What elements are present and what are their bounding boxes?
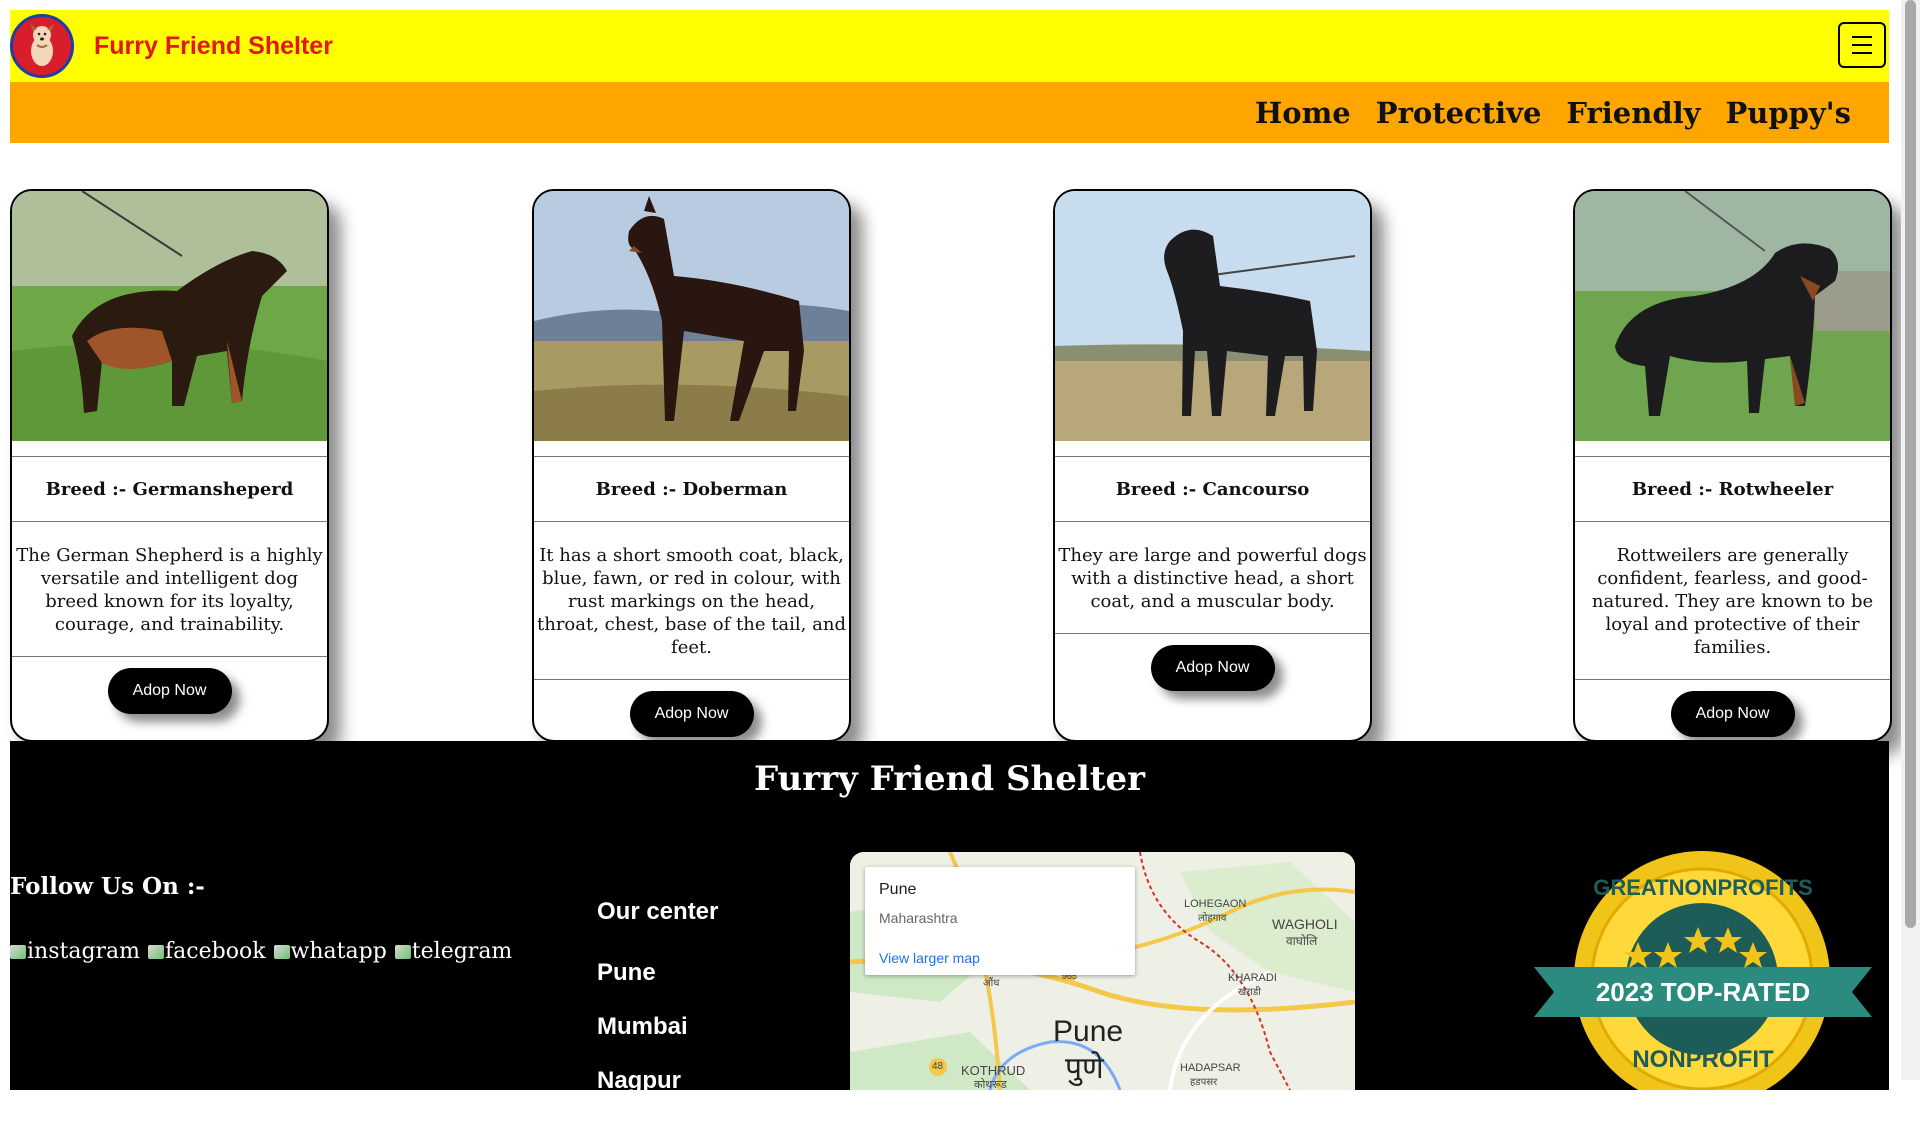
broken-image-icon	[394, 944, 411, 959]
rottweiler-photo	[1575, 191, 1890, 441]
map-label-aundh: औंध	[983, 978, 1000, 989]
map-label-city: Pune	[1053, 1015, 1124, 1048]
map-label-kothrud-mr: कोथरूड	[974, 1079, 1007, 1090]
instagram-alt-text: instagram	[27, 939, 141, 964]
breed-description: Rottweilers are generally confident, fea…	[1575, 522, 1890, 680]
badge-seal-icon: 2023 TOP-RATED GREATNONPROFITS NONPROFIT	[1534, 851, 1872, 1090]
dog-card-german-shepherd: Breed :- Germansheperd The German Shephe…	[10, 189, 329, 742]
broken-image-icon	[10, 944, 26, 959]
map-label-lohegaon: LOHEGAON	[1184, 898, 1247, 910]
social-links: instagram facebook whatapp telegram	[10, 939, 512, 964]
whatsapp-alt-text: whatapp	[290, 939, 387, 964]
breed-label: Breed :- Doberman	[534, 456, 849, 522]
map-label-wagholi-mr: वाघोलि	[1286, 934, 1318, 948]
map-place-region: Maharashtra	[879, 910, 958, 926]
dog-card-cane-corso: Breed :- Cancourso They are large and po…	[1053, 189, 1372, 742]
dog-card-rottweiler: Breed :- Rotwheeler Rottweilers are gene…	[1573, 189, 1892, 742]
embedded-map[interactable]: LOHEGAON लोहगाव WAGHOLI वाघोलि KHARADI ख…	[850, 852, 1355, 1090]
badge-ribbon-text: 2023 TOP-RATED	[1596, 977, 1810, 1007]
whatsapp-link[interactable]: whatapp	[273, 939, 387, 964]
page-scrollbar[interactable]	[1901, 0, 1920, 1080]
footer: Furry Friend Shelter Follow Us On :- ins…	[10, 741, 1889, 1094]
adopt-now-button[interactable]: Adop Now	[1670, 691, 1795, 737]
map-place-name: Pune	[879, 881, 917, 898]
footer-title: Furry Friend Shelter	[753, 759, 1146, 799]
german-shepherd-photo	[12, 191, 327, 441]
dog-cards: Breed :- Germansheperd The German Shephe…	[10, 189, 1892, 742]
adopt-now-button[interactable]: Adop Now	[629, 691, 754, 737]
breed-label: Breed :- Germansheperd	[12, 456, 327, 522]
cane-corso-photo	[1055, 191, 1370, 441]
broken-image-icon	[148, 944, 165, 959]
map-label-kharadi: KHARADI	[1228, 972, 1277, 984]
view-larger-map-link[interactable]: View larger map	[879, 950, 980, 966]
breed-label: Breed :- Rotwheeler	[1575, 456, 1890, 522]
center-nagpur[interactable]: Nagpur	[597, 1067, 688, 1121]
dog-card-doberman: Breed :- Doberman It has a short smooth …	[532, 189, 851, 742]
map-info-card: Pune Maharashtra View larger map	[865, 867, 1135, 975]
map-label-hadapsar: HADAPSAR	[1180, 1062, 1241, 1074]
nav-friendly[interactable]: Friendly	[1566, 96, 1700, 130]
facebook-alt-text: facebook	[165, 939, 266, 964]
follow-us-label: Follow Us On :-	[10, 873, 205, 900]
top-header: Furry Friend Shelter	[10, 10, 1889, 82]
map-label-kharadi-mr: खराडी	[1238, 987, 1261, 998]
page: Furry Friend Shelter Home Protective Fri…	[10, 10, 1892, 1094]
hamburger-menu-icon[interactable]	[1838, 22, 1886, 68]
nav-home[interactable]: Home	[1255, 96, 1351, 130]
scrollbar-thumb[interactable]	[1905, 0, 1916, 928]
map-label-hadapsar-mr: हडपसर	[1190, 1077, 1218, 1088]
breed-description: It has a short smooth coat, black, blue,…	[534, 522, 849, 680]
center-list: Pune Mumbai Nagpur	[597, 959, 688, 1121]
telegram-alt-text: telegram	[411, 939, 513, 964]
badge-top-text: GREATNONPROFITS	[1593, 875, 1813, 900]
map-label-city-mr: पुणे	[1065, 1052, 1104, 1085]
adopt-now-button[interactable]: Adop Now	[107, 668, 232, 714]
badge-bottom-text: NONPROFIT	[1632, 1046, 1774, 1073]
dog-logo-icon[interactable]	[10, 14, 74, 78]
breed-label: Breed :- Cancourso	[1055, 456, 1370, 522]
telegram-link[interactable]: telegram	[394, 939, 513, 964]
main-nav: Home Protective Friendly Puppy's	[10, 82, 1889, 143]
map-label-kothrud: KOTHRUD	[961, 1063, 1026, 1078]
adopt-now-button[interactable]: Adop Now	[1150, 645, 1275, 691]
brand-name[interactable]: Furry Friend Shelter	[94, 32, 333, 61]
top-rated-nonprofit-badge: 2023 TOP-RATED GREATNONPROFITS NONPROFIT	[1534, 847, 1872, 1090]
center-mumbai[interactable]: Mumbai	[597, 1013, 688, 1067]
facebook-link[interactable]: facebook	[148, 939, 266, 964]
nav-protective[interactable]: Protective	[1376, 96, 1542, 130]
map-label-lohegaon-mr: लोहगाव	[1198, 913, 1227, 924]
map-label-wagholi: WAGHOLI	[1272, 916, 1338, 932]
breed-description: They are large and powerful dogs with a …	[1055, 522, 1370, 634]
broken-image-icon	[273, 944, 290, 959]
center-pune[interactable]: Pune	[597, 959, 688, 1013]
map-label-road-48: 48	[932, 1061, 944, 1072]
doberman-photo	[534, 191, 849, 441]
nav-puppys[interactable]: Puppy's	[1725, 96, 1851, 130]
instagram-link[interactable]: instagram	[10, 939, 140, 964]
our-center-title: Our center	[597, 898, 719, 925]
breed-description: The German Shepherd is a highly versatil…	[12, 522, 327, 657]
